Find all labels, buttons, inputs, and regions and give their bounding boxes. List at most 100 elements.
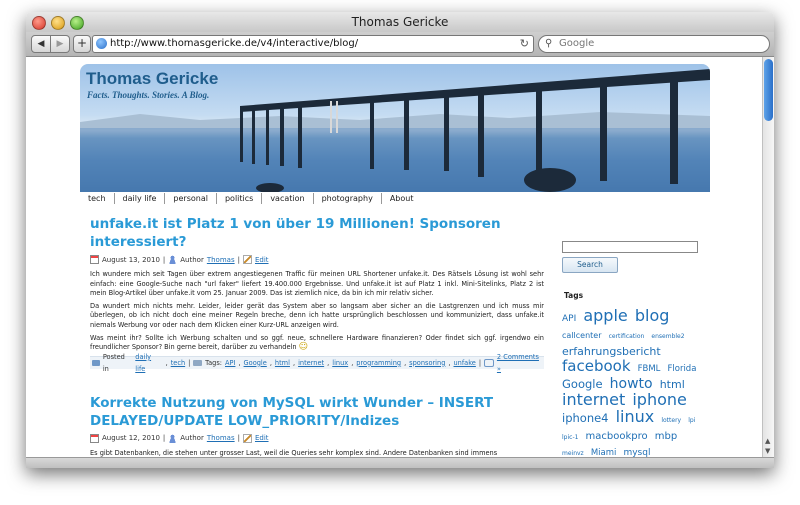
scroll-up-arrow[interactable]: ▲ xyxy=(765,437,770,445)
meta-divider: | xyxy=(188,358,191,367)
lake xyxy=(80,128,710,192)
meta-divider: | xyxy=(162,434,166,443)
post-title[interactable]: unfake.it ist Platz 1 von über 19 Millio… xyxy=(90,215,544,251)
site-title[interactable]: Thomas Gericke xyxy=(86,69,218,89)
tag-cloud-link[interactable]: FBML xyxy=(638,364,661,374)
back-button[interactable]: ◀ xyxy=(31,35,51,53)
vertical-scrollbar[interactable]: ▲ ▼ xyxy=(762,57,774,457)
author-prefix: Author xyxy=(180,434,204,443)
pier-post xyxy=(600,81,607,181)
tag-link[interactable]: linux xyxy=(332,357,348,369)
post-paragraph: Da wundert mich nichts mehr. Leider, lei… xyxy=(90,301,544,329)
tag-link[interactable]: unfake xyxy=(454,357,476,369)
post-date: August 12, 2010 xyxy=(102,434,160,443)
nav-item-tech[interactable]: tech xyxy=(80,193,115,204)
tag-cloud: API apple blog callcenter certification … xyxy=(562,306,702,457)
author-link[interactable]: Thomas xyxy=(207,434,235,442)
user-icon xyxy=(168,255,178,264)
sidebar-search-button[interactable]: Search xyxy=(562,257,618,273)
nav-item-personal[interactable]: personal xyxy=(165,193,217,204)
tag-cloud-link[interactable]: mysql xyxy=(623,448,650,457)
page-viewport: Thomas Gericke Facts. Thoughts. Stories.… xyxy=(26,57,762,457)
pier-deck xyxy=(240,69,710,112)
comments-link[interactable]: 2 Comments » xyxy=(497,351,544,375)
nav-item-photography[interactable]: photography xyxy=(314,193,382,204)
tag-cloud-link[interactable]: linux xyxy=(616,407,655,426)
nav-item-politics[interactable]: politics xyxy=(217,193,263,204)
tag-cloud-link[interactable]: ensemble2 xyxy=(651,333,684,340)
calendar-icon xyxy=(90,255,99,264)
tag-cloud-link[interactable]: lottery xyxy=(661,417,681,424)
post-paragraph: Es gibt Datenbanken, die stehen unter gr… xyxy=(90,448,498,457)
mountains xyxy=(80,112,710,128)
edit-link[interactable]: Edit xyxy=(255,256,269,264)
post-paragraph-text: Was meint ihr? Sollte ich Werbung schalt… xyxy=(90,333,544,352)
tag-cloud-link[interactable]: callcenter xyxy=(562,331,601,340)
meta-divider: | xyxy=(237,434,240,443)
pier-post xyxy=(536,86,542,178)
tag-link[interactable]: programming xyxy=(356,357,401,369)
tag-link[interactable]: html xyxy=(275,357,290,369)
pier-post xyxy=(266,107,269,165)
edit-link[interactable]: Edit xyxy=(255,434,269,442)
tags-icon xyxy=(193,359,203,366)
edit-icon xyxy=(242,255,252,264)
post-paragraph: Ich wundere mich seit Tagen über extrem … xyxy=(90,270,544,298)
tag-cloud-link[interactable]: Florida xyxy=(668,364,697,374)
reload-icon[interactable]: ↻ xyxy=(520,36,529,52)
search-bar[interactable]: ⚲ xyxy=(538,35,770,53)
post-excerpt: Ich wundere mich seit Tagen über extrem … xyxy=(90,270,544,353)
tag-cloud-link[interactable]: lpi xyxy=(688,417,695,424)
tag-cloud-link[interactable]: blog xyxy=(635,306,670,325)
tag-cloud-link[interactable]: Miami xyxy=(591,448,617,457)
edit-icon xyxy=(242,433,252,443)
post-article: unfake.it ist Platz 1 von über 19 Millio… xyxy=(90,215,544,373)
url-text[interactable]: http://www.thomasgericke.de/v4/interacti… xyxy=(110,36,358,52)
posted-in-prefix: Posted in xyxy=(102,352,125,373)
tag-cloud-link[interactable]: facebook xyxy=(562,357,631,375)
comment-icon xyxy=(484,358,494,367)
tag-cloud-link[interactable]: mbp xyxy=(655,431,677,442)
nav-item-about[interactable]: About xyxy=(382,193,422,204)
tag-cloud-link[interactable]: certification xyxy=(609,333,645,340)
sidebar-search-input[interactable] xyxy=(562,241,698,253)
title-bar: Thomas Gericke xyxy=(26,12,774,33)
pier-post xyxy=(370,99,374,169)
nav-item-daily-life[interactable]: daily life xyxy=(115,193,166,204)
post-article: Korrekte Nutzung von MySQL wirkt Wunder … xyxy=(90,394,544,457)
browser-toolbar: ◀ ▶ + http://www.thomasgericke.de/v4/int… xyxy=(26,32,774,57)
pier-post xyxy=(444,93,449,171)
post-date: August 13, 2010 xyxy=(102,255,160,264)
forward-button[interactable]: ▶ xyxy=(51,35,70,53)
smiley-icon: ☺ xyxy=(298,342,309,353)
search-input[interactable] xyxy=(559,37,759,50)
author-link[interactable]: Thomas xyxy=(207,256,235,264)
category-link[interactable]: daily life xyxy=(135,351,162,375)
pier-ladder xyxy=(330,101,332,133)
rock xyxy=(524,168,576,192)
tag-cloud-link[interactable]: iphone4 xyxy=(562,411,609,425)
tag-cloud-link[interactable]: meinvz xyxy=(562,450,584,457)
tag-cloud-link[interactable]: erfahrungsbericht xyxy=(562,345,661,358)
nav-buttons: ◀ ▶ xyxy=(31,35,70,53)
tag-cloud-link[interactable]: apple xyxy=(583,306,627,325)
address-bar[interactable]: http://www.thomasgericke.de/v4/interacti… xyxy=(92,35,534,53)
pier-ladder xyxy=(336,101,338,133)
tag-cloud-link[interactable]: macbookpro xyxy=(586,431,648,442)
site-header: Thomas Gericke Facts. Thoughts. Stories.… xyxy=(80,64,710,192)
tags-prefix: Tags: xyxy=(205,358,222,367)
scroll-down-arrow[interactable]: ▼ xyxy=(765,447,770,455)
tag-link[interactable]: sponsoring xyxy=(409,357,445,369)
folder-icon xyxy=(92,359,100,366)
tag-link[interactable]: Google xyxy=(244,357,267,369)
tag-link[interactable]: API xyxy=(225,357,235,369)
tag-link[interactable]: internet xyxy=(298,357,324,369)
nav-item-vacation[interactable]: vacation xyxy=(262,193,314,204)
main-content: unfake.it ist Platz 1 von über 19 Millio… xyxy=(90,215,544,457)
post-title[interactable]: Korrekte Nutzung von MySQL wirkt Wunder … xyxy=(90,394,544,430)
add-bookmark-button[interactable]: + xyxy=(73,35,91,53)
tag-cloud-link[interactable]: lpic-1 xyxy=(562,434,578,441)
scrollbar-thumb[interactable] xyxy=(764,59,773,121)
category-link[interactable]: tech xyxy=(171,357,185,369)
tag-cloud-link[interactable]: API xyxy=(562,314,576,324)
